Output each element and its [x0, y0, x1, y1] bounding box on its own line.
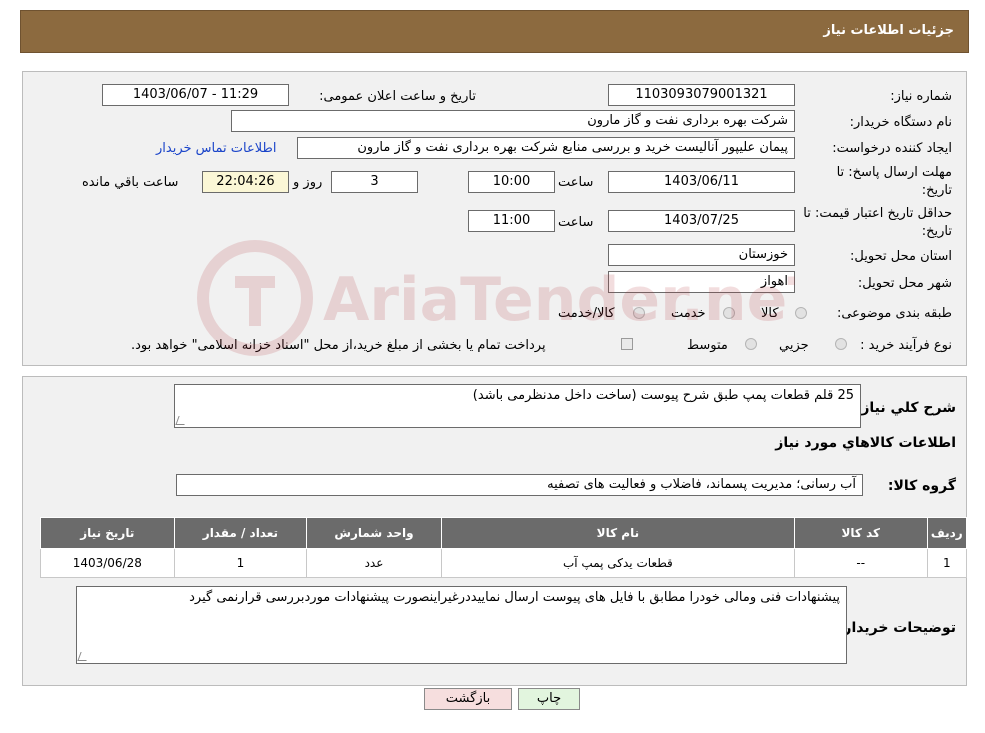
treasury-payment-checkbox[interactable] — [621, 338, 633, 350]
col-goods-name: نام کالا — [440, 517, 795, 549]
goods-group-label: گروه کالا: — [887, 478, 956, 494]
deadline-time-label: ساعت — [558, 175, 594, 190]
creator-label: ایجاد کننده درخواست: — [832, 141, 952, 156]
process-minor-label: جزیي — [779, 338, 809, 353]
deadline-time-field: 10:00 — [468, 171, 555, 193]
announce-date-label: تاریخ و ساعت اعلان عمومی: — [319, 89, 476, 104]
buyer-org-field: شرکت بهره برداری نفت و گاز مارون — [231, 110, 795, 132]
category-service-label: خدمت — [671, 306, 706, 321]
treasury-payment-note: پرداخت تمام یا بخشی از مبلغ خرید،از محل … — [131, 338, 546, 353]
category-service-radio[interactable] — [723, 307, 735, 319]
need-number-field: 1103093079001321 — [608, 84, 795, 106]
category-goods-service-label: کالا/خدمت — [558, 306, 615, 321]
process-medium-radio[interactable] — [745, 338, 757, 350]
buyer-notes-textarea[interactable]: پیشنهادات فنی ومالی خودرا مطابق با فایل … — [76, 586, 847, 664]
category-label: طبقه بندی موضوعی: — [836, 306, 952, 321]
validity-time-field: 11:00 — [468, 210, 555, 232]
table-row: 1 -- قطعات یدکی پمپ آب عدد 1 1403/06/28 — [40, 548, 968, 578]
deadline-label-date: تاریخ: — [921, 183, 952, 198]
goods-table-header-row: رديف کد کالا نام کالا واحد شمارش تعداد /… — [40, 517, 968, 549]
cell-goods-code: -- — [793, 548, 928, 578]
category-goods-service-radio[interactable] — [633, 307, 645, 319]
days-remaining-field: 3 — [331, 171, 418, 193]
validity-label: حداقل تاریخ اعتبار قیمت: تا — [803, 206, 952, 221]
process-minor-radio[interactable] — [835, 338, 847, 350]
goods-group-field: آب رسانی؛ مدیریت پسماند، فاضلاب و فعالیت… — [176, 474, 863, 496]
description-textarea[interactable]: 25 قلم قطعات پمپ طبق شرح پیوست (ساخت داخ… — [174, 384, 861, 428]
remaining-time-field: 22:04:26 — [202, 171, 289, 193]
category-goods-label: کالا — [761, 306, 779, 321]
page-title: جزئیات اطلاعات نیاز — [823, 23, 954, 38]
province-field: خوزستان — [608, 244, 795, 266]
deadline-date-field: 1403/06/11 — [608, 171, 795, 193]
description-label: شرح کلي نياز: — [855, 400, 956, 416]
cell-row-number: 1 — [926, 548, 968, 578]
need-number-label: شماره نیاز: — [890, 89, 952, 104]
announce-date-field: 1403/06/07 - 11:29 — [102, 84, 289, 106]
creator-field: پیمان علیپور آنالیست خرید و بررسی منابع … — [297, 137, 795, 159]
process-medium-label: متوسط — [687, 338, 728, 353]
need-info-panel: شماره نیاز: 1103093079001321 تاریخ و ساع… — [22, 71, 967, 366]
description-text: 25 قلم قطعات پمپ طبق شرح پیوست (ساخت داخ… — [472, 388, 854, 403]
col-row-number: رديف — [926, 517, 968, 549]
remaining-label: ساعت باقي مانده — [82, 175, 179, 190]
col-goods-code: کد کالا — [793, 517, 928, 549]
province-label: استان محل تحویل: — [850, 249, 952, 264]
print-button[interactable]: چاپ — [518, 688, 580, 710]
need-details-panel: شرح کلي نياز: 25 قلم قطعات پمپ طبق شرح پ… — [22, 376, 968, 686]
validity-date-field: 1403/07/25 — [608, 210, 795, 232]
col-unit: واحد شمارش — [306, 517, 442, 549]
city-label: شهر محل تحویل: — [857, 276, 952, 291]
cell-goods-name: قطعات یدکی پمپ آب — [440, 548, 795, 578]
category-goods-radio[interactable] — [795, 307, 807, 319]
buyer-contact-link[interactable]: اطلاعات تماس خریدار — [156, 141, 276, 156]
days-label: روز و — [293, 175, 323, 190]
cell-unit: عدد — [306, 548, 442, 578]
buyer-notes-text: پیشنهادات فنی ومالی خودرا مطابق با فایل … — [189, 590, 840, 605]
resize-grip-icon[interactable] — [175, 416, 188, 425]
col-need-date: تاریخ نیاز — [40, 517, 175, 549]
process-type-label: نوع فرآیند خرید : — [860, 338, 952, 353]
resize-grip-icon[interactable] — [77, 652, 90, 661]
buyer-notes-label: توضیحات خریدار: — [837, 620, 956, 636]
page-header: جزئیات اطلاعات نیاز — [20, 10, 969, 53]
goods-info-title: اطلاعات کالاهاي مورد نياز — [775, 435, 956, 451]
validity-label-date: تاریخ: — [921, 224, 952, 239]
cell-quantity: 1 — [173, 548, 308, 578]
deadline-label: مهلت ارسال پاسخ: تا — [836, 165, 952, 180]
back-button[interactable]: بازگشت — [424, 688, 512, 710]
city-field: اهواز — [608, 271, 795, 293]
cell-need-date: 1403/06/28 — [40, 548, 175, 578]
col-quantity: تعداد / مقدار — [173, 517, 308, 549]
buyer-org-label: نام دستگاه خریدار: — [849, 115, 952, 130]
goods-table: رديف کد کالا نام کالا واحد شمارش تعداد /… — [40, 517, 968, 578]
validity-time-label: ساعت — [558, 215, 594, 230]
